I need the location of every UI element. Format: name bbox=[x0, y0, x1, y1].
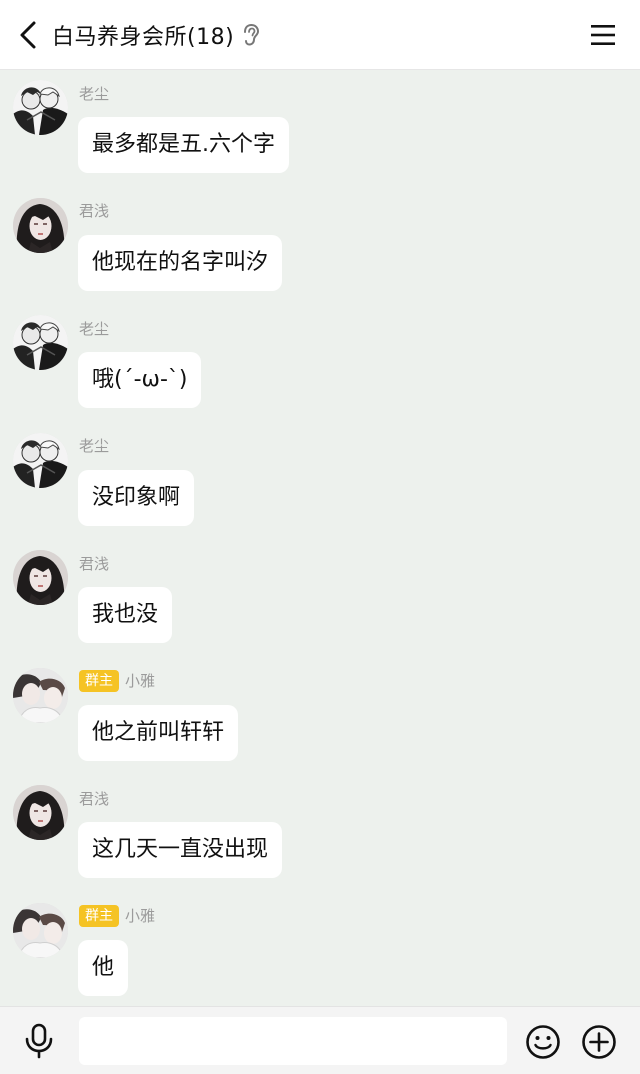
avatar[interactable] bbox=[13, 80, 68, 135]
message-list[interactable]: 老尘 最多都是五.六个字 君浅 他现在的名字叫汐 老尘 哦(´-ω-`) 老尘 没印象啊 君浅我… bbox=[0, 70, 640, 1006]
smiley-icon bbox=[526, 1025, 560, 1059]
message-meta: 君浅 bbox=[79, 552, 109, 574]
message-row: 君浅这几天一直没出现 bbox=[0, 775, 640, 892]
message-bubble[interactable]: 哦(´-ω-`) bbox=[78, 352, 202, 408]
message-meta: 老尘 bbox=[79, 435, 109, 457]
top-bar: 白马养身会所(18) bbox=[0, 0, 640, 70]
sender-name: 君浅 bbox=[79, 789, 110, 808]
hamburger-menu-icon bbox=[591, 25, 615, 45]
message-bubble[interactable]: 没印象啊 bbox=[78, 469, 195, 526]
avatar[interactable] bbox=[13, 667, 68, 723]
message-row: 老尘 没印象啊 bbox=[0, 423, 640, 540]
sender-name: 小雅 bbox=[125, 672, 156, 690]
owner-badge: 群主 bbox=[79, 669, 119, 692]
voice-button[interactable] bbox=[22, 1023, 56, 1059]
message-row: 君浅他现在的名字叫汐 bbox=[0, 188, 640, 305]
message-row: 群主 小雅他 bbox=[0, 893, 640, 1007]
menu-button[interactable] bbox=[588, 20, 618, 50]
message-meta: 君浅 bbox=[79, 200, 109, 222]
avatar[interactable] bbox=[13, 902, 68, 958]
message-input[interactable] bbox=[79, 1017, 507, 1065]
message-row: 君浅 我也没 bbox=[0, 540, 640, 657]
ear-icon bbox=[242, 23, 260, 47]
sender-name: 君浅 bbox=[79, 202, 110, 220]
message-bubble[interactable]: 他现在的名字叫汐 bbox=[78, 234, 283, 291]
chat-title: 白马养身会所(18) bbox=[52, 24, 235, 50]
microphone-icon bbox=[25, 1023, 53, 1059]
message-bubble[interactable]: 这几天一直没出现 bbox=[78, 822, 283, 878]
message-bubble[interactable]: 他之前叫轩轩 bbox=[78, 704, 239, 761]
message-meta: 群主 小雅 bbox=[79, 904, 156, 927]
more-button[interactable] bbox=[581, 1024, 617, 1060]
message-meta: 君浅 bbox=[79, 787, 109, 809]
avatar[interactable] bbox=[13, 315, 68, 370]
message-row: 群主 小雅他之前叫轩轩 bbox=[0, 658, 640, 775]
plus-circle-icon bbox=[582, 1025, 616, 1059]
avatar[interactable] bbox=[13, 197, 68, 253]
owner-badge: 群主 bbox=[79, 904, 119, 927]
message-row: 老尘哦(´-ω-`) bbox=[0, 305, 640, 422]
back-button[interactable] bbox=[4, 0, 52, 70]
message-bubble[interactable]: 他 bbox=[78, 939, 129, 996]
avatar[interactable] bbox=[13, 550, 68, 605]
emoji-button[interactable] bbox=[525, 1024, 561, 1060]
sender-name: 老尘 bbox=[79, 437, 110, 455]
message-meta: 老尘 bbox=[79, 317, 109, 339]
sender-name: 小雅 bbox=[125, 907, 156, 925]
sender-name: 老尘 bbox=[79, 84, 110, 103]
message-meta: 老尘 bbox=[79, 82, 109, 104]
message-bubble[interactable]: 最多都是五.六个字 bbox=[78, 117, 289, 173]
avatar[interactable] bbox=[13, 432, 68, 488]
sender-name: 老尘 bbox=[79, 319, 110, 338]
chevron-left-icon bbox=[20, 21, 36, 48]
message-meta: 群主 小雅 bbox=[79, 669, 156, 692]
avatar[interactable] bbox=[13, 785, 68, 840]
sender-name: 君浅 bbox=[79, 554, 110, 573]
input-toolbar bbox=[0, 1006, 640, 1074]
message-bubble[interactable]: 我也没 bbox=[78, 587, 173, 643]
message-row: 老尘最多都是五.六个字 bbox=[0, 70, 640, 187]
